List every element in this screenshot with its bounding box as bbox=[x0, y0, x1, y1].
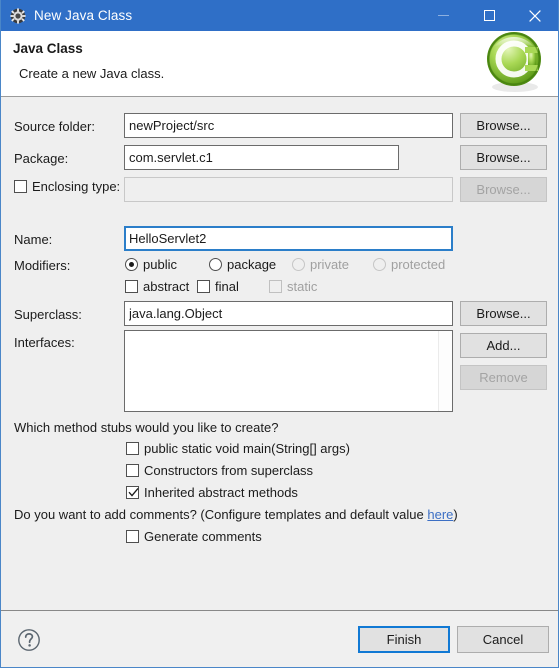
modifier-radio-public[interactable]: public bbox=[125, 257, 177, 272]
window-title: New Java Class bbox=[34, 8, 133, 23]
modifier-label: abstract bbox=[143, 279, 190, 294]
checkbox-box bbox=[197, 280, 210, 293]
modifier-radio-protected: protected bbox=[373, 257, 445, 272]
maximize-icon bbox=[483, 10, 495, 21]
interfaces-label: Interfaces: bbox=[14, 335, 75, 350]
source-folder-browse-button[interactable]: Browse... bbox=[460, 113, 547, 138]
modifier-label: private bbox=[310, 257, 350, 272]
modifier-label: final bbox=[215, 279, 239, 294]
interfaces-scrollbar[interactable] bbox=[438, 331, 452, 411]
help-question-icon[interactable] bbox=[17, 628, 41, 652]
modifier-radio-package[interactable]: package bbox=[209, 257, 276, 272]
modifier-label: package bbox=[227, 257, 277, 272]
maximize-button[interactable] bbox=[466, 0, 512, 31]
package-input[interactable] bbox=[124, 145, 399, 170]
enclosing-type-browse-button: Browse... bbox=[460, 177, 547, 202]
interfaces-add-button[interactable]: Add... bbox=[460, 333, 547, 358]
modifier-check-static: static bbox=[269, 279, 317, 294]
stub-check-constructors[interactable]: Constructors from superclass bbox=[126, 463, 313, 478]
checkbox-box bbox=[126, 464, 139, 477]
checkbox-box bbox=[126, 486, 139, 499]
configure-templates-link[interactable]: here bbox=[427, 507, 453, 522]
stub-label: Constructors from superclass bbox=[144, 463, 314, 478]
modifiers-label: Modifiers: bbox=[14, 258, 71, 273]
stub-check-inherited[interactable]: Inherited abstract methods bbox=[126, 485, 298, 500]
radio-circle bbox=[292, 258, 305, 271]
radio-circle bbox=[209, 258, 222, 271]
cancel-button[interactable]: Cancel bbox=[457, 626, 549, 653]
page-title: Java Class bbox=[13, 41, 83, 56]
checkbox-box bbox=[269, 280, 282, 293]
checkbox-box bbox=[125, 280, 138, 293]
radio-circle bbox=[125, 258, 138, 271]
modifier-label: public bbox=[143, 257, 177, 272]
modifier-check-abstract[interactable]: abstract bbox=[125, 279, 189, 294]
interfaces-remove-button: Remove bbox=[460, 365, 547, 390]
stub-label: public static void main(String[] args) bbox=[144, 441, 350, 456]
generate-comments-checkbox[interactable]: Generate comments bbox=[126, 529, 262, 544]
java-class-gear-icon bbox=[10, 7, 26, 24]
enclosing-type-label: Enclosing type: bbox=[32, 179, 121, 194]
wizard-header: Java Class Create a new Java class. bbox=[1, 31, 558, 97]
method-stubs-question: Which method stubs would you like to cre… bbox=[14, 420, 279, 435]
package-label: Package: bbox=[14, 151, 69, 166]
source-folder-input[interactable] bbox=[124, 113, 453, 138]
name-input[interactable] bbox=[124, 226, 453, 251]
checkbox-box bbox=[126, 530, 139, 543]
wizard-body: Source folder: Browse... Package: Browse… bbox=[1, 97, 558, 611]
generate-comments-label: Generate comments bbox=[144, 529, 262, 544]
page-subtitle: Create a new Java class. bbox=[19, 66, 165, 81]
title-bar: New Java Class bbox=[1, 0, 558, 31]
superclass-input[interactable] bbox=[124, 301, 453, 326]
modifier-radio-private: private bbox=[292, 257, 349, 272]
close-button[interactable] bbox=[512, 0, 558, 31]
checkbox-box bbox=[14, 180, 27, 193]
stub-check-main[interactable]: public static void main(String[] args) bbox=[126, 441, 350, 456]
modifier-check-final[interactable]: final bbox=[197, 279, 239, 294]
modifier-label: static bbox=[287, 279, 318, 294]
comments-question-prefix: Do you want to add comments? (Configure … bbox=[14, 507, 428, 522]
superclass-label: Superclass: bbox=[14, 307, 82, 322]
minimize-icon bbox=[437, 15, 449, 16]
green-class-c-icon bbox=[487, 32, 541, 92]
interfaces-list[interactable] bbox=[124, 330, 453, 412]
enclosing-type-checkbox[interactable]: Enclosing type: bbox=[14, 179, 120, 194]
checkbox-box bbox=[126, 442, 139, 455]
modifier-label: protected bbox=[391, 257, 446, 272]
enclosing-type-input bbox=[124, 177, 453, 202]
window-controls bbox=[420, 0, 558, 31]
comments-question: Do you want to add comments? (Configure … bbox=[14, 507, 458, 522]
dialog-footer: Finish Cancel bbox=[1, 611, 558, 667]
superclass-browse-button[interactable]: Browse... bbox=[460, 301, 547, 326]
minimize-button[interactable] bbox=[420, 0, 466, 31]
checkmark-icon bbox=[128, 487, 139, 497]
comments-question-suffix: ) bbox=[453, 507, 458, 522]
source-folder-label: Source folder: bbox=[14, 119, 95, 134]
name-label: Name: bbox=[14, 232, 53, 247]
finish-button[interactable]: Finish bbox=[358, 626, 450, 653]
new-java-class-dialog: New Java Class Java Class Create a new J… bbox=[0, 0, 559, 668]
package-browse-button[interactable]: Browse... bbox=[460, 145, 547, 170]
close-icon bbox=[529, 9, 541, 22]
stub-label: Inherited abstract methods bbox=[144, 485, 298, 500]
radio-circle bbox=[373, 258, 386, 271]
